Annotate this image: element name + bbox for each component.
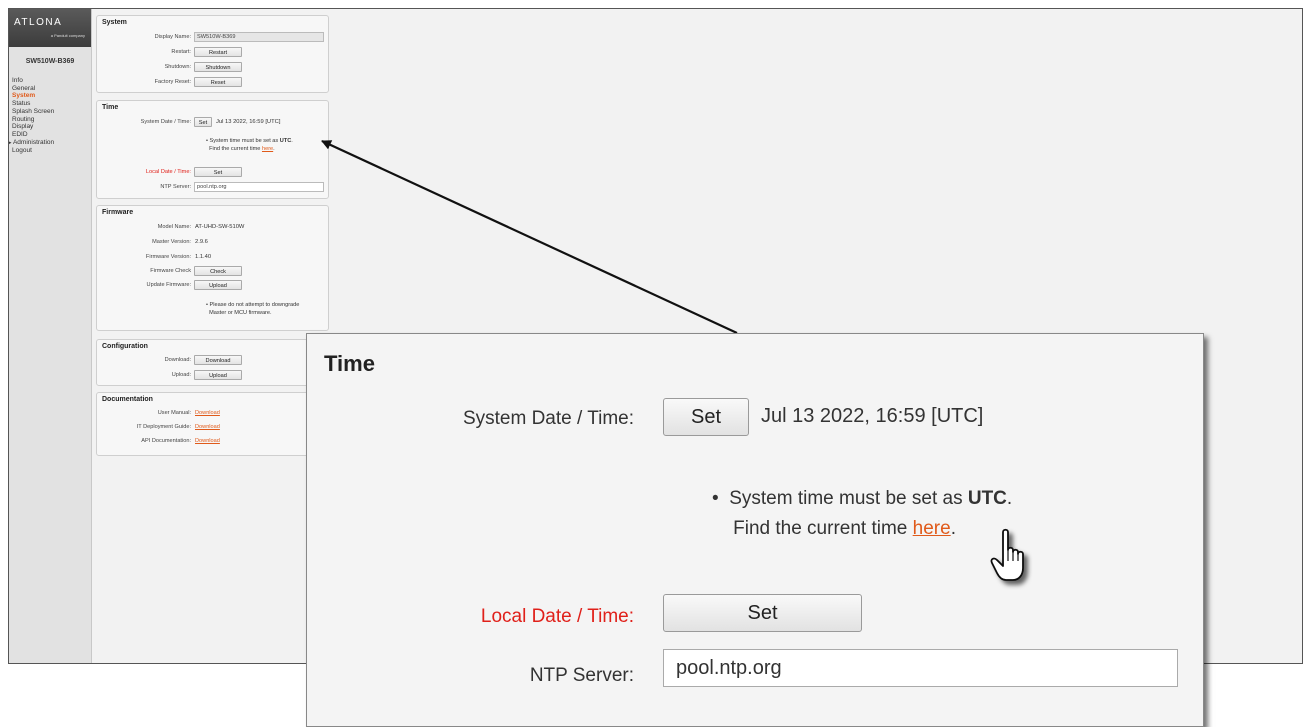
zoom-utc-note-prefix: System time must be set as bbox=[729, 488, 968, 509]
zoom-time-title: Time bbox=[324, 351, 375, 376]
zoom-ntp-server-input[interactable]: pool.ntp.org bbox=[663, 649, 1178, 687]
zoom-system-date-label: System Date / Time: bbox=[462, 408, 634, 429]
zoom-find-time-prefix: Find the current time bbox=[733, 518, 913, 539]
zoom-utc-note-suffix: . bbox=[1006, 488, 1013, 509]
time-panel-zoom-callout: Time System Date / Time: Set Jul 13 2022… bbox=[306, 333, 1204, 727]
zoom-find-time-link[interactable]: here bbox=[913, 518, 951, 539]
zoom-system-date-value: Jul 13 2022, 16:59 [UTC] bbox=[761, 405, 984, 427]
hand-pointer-cursor-icon bbox=[990, 528, 1024, 581]
zoom-system-date-set-button[interactable]: Set bbox=[663, 398, 749, 436]
zoom-local-date-label: Local Date / Time: bbox=[480, 606, 634, 627]
zoom-utc-note-bold: UTC bbox=[967, 488, 1007, 509]
zoom-utc-note: • System time must be set as UTC. Find t… bbox=[712, 488, 1013, 539]
zoom-local-date-set-button[interactable]: Set bbox=[663, 594, 862, 632]
zoom-find-time-suffix: . bbox=[950, 518, 956, 539]
zoom-ntp-server-label: NTP Server: bbox=[529, 665, 634, 686]
